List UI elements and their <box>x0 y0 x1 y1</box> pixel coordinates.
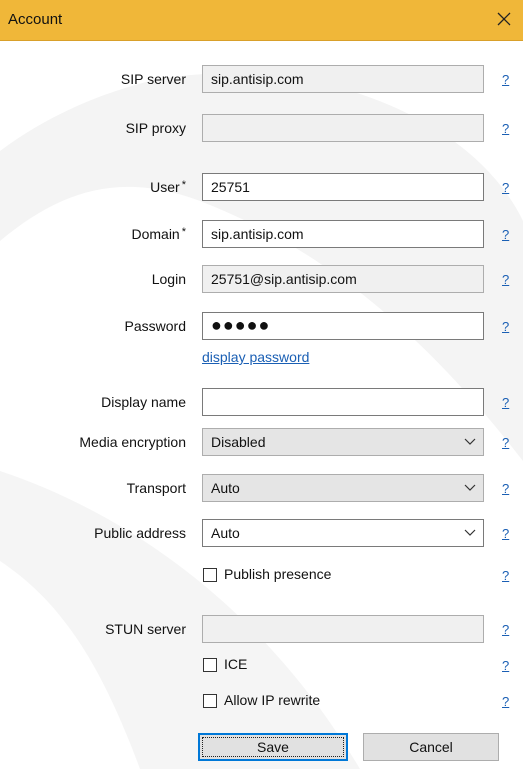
public-address-select[interactable]: Auto <box>202 519 484 547</box>
publish-presence-checkbox[interactable] <box>203 568 217 582</box>
transport-value: Auto <box>211 480 240 496</box>
ice-checkbox[interactable] <box>203 658 217 672</box>
password-row: Password ●●●●● ? <box>0 312 523 340</box>
help-link[interactable]: ? <box>502 72 509 87</box>
help-link[interactable]: ? <box>502 526 509 541</box>
domain-label-text: Domain <box>131 226 180 242</box>
user-label-text: User <box>150 179 180 195</box>
required-mark: * <box>181 226 186 238</box>
domain-field[interactable]: sip.antisip.com <box>202 220 484 248</box>
login-field[interactable]: 25751@sip.antisip.com <box>202 265 484 293</box>
cancel-button[interactable]: Cancel <box>363 733 499 761</box>
stun-server-row: STUN server ? <box>0 615 523 643</box>
help-link[interactable]: ? <box>502 568 509 583</box>
domain-row: Domain * sip.antisip.com ? <box>0 220 523 248</box>
help-link[interactable]: ? <box>502 121 509 136</box>
sip-server-label: SIP server <box>120 71 186 87</box>
display-name-label: Display name <box>101 394 186 410</box>
stun-server-label: STUN server <box>105 621 186 637</box>
public-address-label: Public address <box>94 525 186 541</box>
display-password-link[interactable]: display password <box>202 349 309 365</box>
login-row: Login 25751@sip.antisip.com ? <box>0 265 523 293</box>
help-link[interactable]: ? <box>502 622 509 637</box>
allow-ip-rewrite-row: Allow IP rewrite ? <box>0 692 523 722</box>
allow-ip-rewrite-label[interactable]: Allow IP rewrite <box>224 692 320 708</box>
help-link[interactable]: ? <box>502 395 509 410</box>
help-link[interactable]: ? <box>502 272 509 287</box>
title-bar: Account <box>0 0 523 41</box>
chevron-down-icon <box>464 484 476 491</box>
save-button[interactable]: Save <box>198 733 348 761</box>
stun-server-field[interactable] <box>202 615 484 643</box>
login-label: Login <box>151 271 186 287</box>
ice-label[interactable]: ICE <box>224 656 247 672</box>
help-link[interactable]: ? <box>502 319 509 334</box>
display-name-row: Display name ? <box>0 388 523 416</box>
window-title: Account <box>8 11 63 28</box>
sip-proxy-field[interactable] <box>202 114 484 142</box>
user-label: User * <box>150 179 186 195</box>
help-link[interactable]: ? <box>502 227 509 242</box>
media-encryption-value: Disabled <box>211 434 266 450</box>
sip-proxy-row: SIP proxy ? <box>0 114 523 142</box>
help-link[interactable]: ? <box>502 694 509 709</box>
help-link[interactable]: ? <box>502 180 509 195</box>
media-encryption-row: Media encryption Disabled ? <box>0 428 523 456</box>
transport-row: Transport Auto ? <box>0 474 523 502</box>
user-field[interactable]: 25751 <box>202 173 484 201</box>
user-row: User * 25751 ? <box>0 173 523 201</box>
transport-select[interactable]: Auto <box>202 474 484 502</box>
allow-ip-rewrite-checkbox[interactable] <box>203 694 217 708</box>
media-encryption-select[interactable]: Disabled <box>202 428 484 456</box>
close-icon[interactable] <box>491 6 517 32</box>
media-encryption-label: Media encryption <box>79 434 186 450</box>
required-mark: * <box>181 179 186 191</box>
public-address-row: Public address Auto ? <box>0 519 523 547</box>
cancel-button-label: Cancel <box>409 739 453 755</box>
sip-server-row: SIP server sip.antisip.com ? <box>0 65 523 93</box>
publish-presence-row: Publish presence ? <box>0 566 523 596</box>
domain-label: Domain * <box>131 226 186 242</box>
publish-presence-label[interactable]: Publish presence <box>224 566 331 582</box>
transport-label: Transport <box>126 480 186 496</box>
help-link[interactable]: ? <box>502 481 509 496</box>
focus-outline <box>202 737 344 757</box>
display-name-field[interactable] <box>202 388 484 416</box>
password-label: Password <box>124 318 186 334</box>
public-address-value: Auto <box>211 525 240 541</box>
ice-row: ICE ? <box>0 656 523 686</box>
password-field[interactable]: ●●●●● <box>202 312 484 340</box>
chevron-down-icon <box>464 438 476 445</box>
help-link[interactable]: ? <box>502 658 509 673</box>
chevron-down-icon <box>464 529 476 536</box>
help-link[interactable]: ? <box>502 435 509 450</box>
sip-server-field[interactable]: sip.antisip.com <box>202 65 484 93</box>
sip-proxy-label: SIP proxy <box>125 120 186 136</box>
